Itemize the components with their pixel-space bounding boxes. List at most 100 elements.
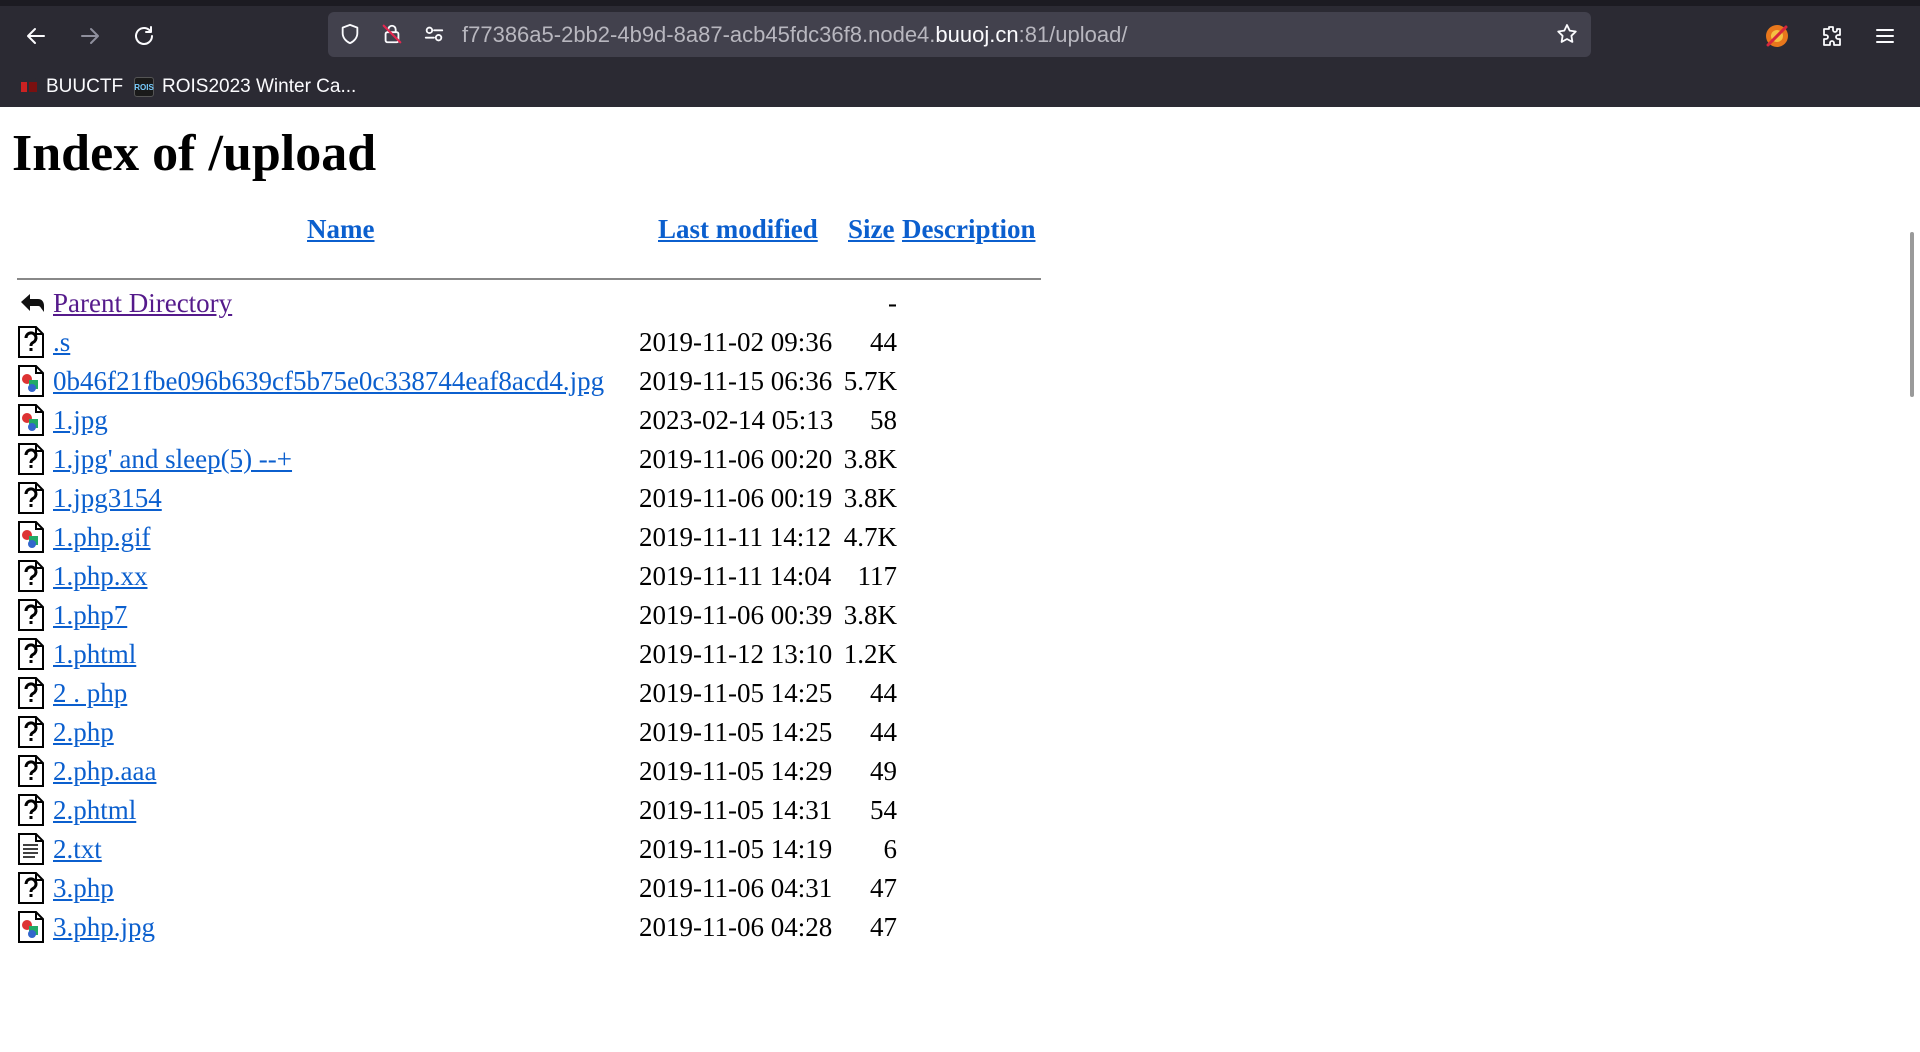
file-size: 4.7K bbox=[843, 522, 897, 552]
unknown-file-icon[interactable] bbox=[17, 716, 45, 748]
arrow-left-icon bbox=[27, 28, 45, 44]
url-suffix: :81/upload/ bbox=[1018, 22, 1128, 47]
bookmark-star-icon[interactable] bbox=[1555, 22, 1579, 46]
tab-strip-edge bbox=[0, 0, 1920, 6]
file-size: 44 bbox=[870, 678, 897, 708]
header-divider bbox=[17, 278, 1041, 280]
page-content: Index of /upload Name Last modified Size… bbox=[0, 107, 1920, 1052]
file-name-link[interactable]: 0b46f21fbe096b639cf5b75e0c338744eaf8acd4… bbox=[53, 362, 604, 400]
reload-icon bbox=[135, 26, 153, 45]
unknown-file-icon[interactable] bbox=[17, 482, 45, 514]
file-row: 2 . php 2019-11-05 14:25 44 bbox=[17, 674, 1117, 712]
file-name-link[interactable]: 1.jpg bbox=[53, 401, 108, 439]
page-title: Index of /upload bbox=[12, 125, 377, 182]
file-row: 1.phtml 2019-11-12 13:10 1.2K bbox=[17, 635, 1117, 673]
file-size: 49 bbox=[870, 756, 897, 786]
file-name-link[interactable]: 1.jpg' and sleep(5) --+ bbox=[53, 440, 292, 478]
text-file-icon[interactable] bbox=[17, 833, 45, 865]
file-name-link[interactable]: 2.php.aaa bbox=[53, 752, 156, 790]
file-size: 5.7K bbox=[843, 366, 897, 396]
browser-chrome: f77386a5-2bb2-4b9d-8a87-acb45fdc36f8.nod… bbox=[0, 0, 1920, 107]
extensions-puzzle-icon[interactable] bbox=[1815, 20, 1847, 52]
file-name-link[interactable]: 1.jpg3154 bbox=[53, 479, 162, 517]
unknown-file-icon[interactable] bbox=[17, 638, 45, 670]
back-button[interactable] bbox=[20, 20, 52, 52]
file-row: 1.jpg 2023-02-14 05:13 58 bbox=[17, 401, 1117, 439]
bookmark-buuctf[interactable]: BUUCTF bbox=[20, 74, 123, 100]
file-size: 47 bbox=[870, 873, 897, 903]
file-name-link[interactable]: 2 . php bbox=[53, 674, 127, 712]
unknown-file-icon[interactable] bbox=[17, 599, 45, 631]
file-size: 3.8K bbox=[843, 600, 897, 630]
image-file-icon[interactable] bbox=[17, 911, 45, 943]
file-name-link[interactable]: 2.php bbox=[53, 713, 114, 751]
hamburger-icon bbox=[1876, 29, 1894, 43]
sort-by-size-link[interactable]: Size bbox=[848, 214, 895, 245]
file-name-link[interactable]: 1.php7 bbox=[53, 596, 127, 634]
file-row: 3.php 2019-11-06 04:31 47 bbox=[17, 869, 1117, 907]
image-file-icon[interactable] bbox=[17, 404, 45, 436]
file-row: 1.jpg3154 2019-11-06 00:19 3.8K bbox=[17, 479, 1117, 517]
file-row: 1.php7 2019-11-06 00:39 3.8K bbox=[17, 596, 1117, 634]
bookmark-rois2023[interactable]: ROIS ROIS2023 Winter Ca... bbox=[134, 74, 356, 100]
file-size: 44 bbox=[870, 717, 897, 747]
parent-directory-row: Parent Directory - bbox=[17, 284, 1117, 322]
file-name-link[interactable]: .s bbox=[53, 323, 70, 361]
tracking-protection-icon[interactable] bbox=[338, 22, 362, 46]
image-file-icon[interactable] bbox=[17, 365, 45, 397]
reload-button[interactable] bbox=[128, 20, 160, 52]
file-row: .s 2019-11-02 09:36 44 bbox=[17, 323, 1117, 361]
file-row: 2.phtml 2019-11-05 14:31 54 bbox=[17, 791, 1117, 829]
file-row: 1.php.xx 2019-11-11 14:04 117 bbox=[17, 557, 1117, 595]
unknown-file-icon[interactable] bbox=[17, 326, 45, 358]
bookmark-label: BUUCTF bbox=[46, 76, 124, 97]
unknown-file-icon[interactable] bbox=[17, 560, 45, 592]
file-name-link[interactable]: 3.php bbox=[53, 869, 114, 907]
unknown-file-icon[interactable] bbox=[17, 755, 45, 787]
file-size: 6 bbox=[883, 834, 898, 864]
file-row: 1.php.gif 2019-11-11 14:12 4.7K bbox=[17, 518, 1117, 556]
file-row: 1.jpg' and sleep(5) --+ 2019-11-06 00:20 3… bbox=[17, 440, 1117, 478]
unknown-file-icon[interactable] bbox=[17, 443, 45, 475]
unknown-file-icon[interactable] bbox=[17, 677, 45, 709]
file-size: 1.2K bbox=[843, 639, 897, 669]
file-name-link[interactable]: 1.php.xx bbox=[53, 557, 148, 595]
unknown-file-icon[interactable] bbox=[17, 794, 45, 826]
file-size: - bbox=[888, 288, 897, 318]
parent-directory-link[interactable]: Parent Directory bbox=[53, 284, 232, 322]
app-menu-button[interactable] bbox=[1869, 20, 1901, 52]
url-prefix: f77386a5-2bb2-4b9d-8a87-acb45fdc36f8.nod… bbox=[462, 22, 936, 47]
sort-by-name-link[interactable]: Name bbox=[307, 214, 374, 245]
arrow-right-icon bbox=[81, 28, 99, 44]
file-size: 117 bbox=[857, 561, 898, 591]
file-name-link[interactable]: 2.txt bbox=[53, 830, 102, 868]
file-row: 2.php.aaa 2019-11-05 14:29 49 bbox=[17, 752, 1117, 790]
bookmarks-toolbar: BUUCTF ROIS ROIS2023 Winter Ca... bbox=[0, 70, 1920, 107]
sort-by-description-link[interactable]: Description bbox=[902, 214, 1035, 245]
unknown-file-icon[interactable] bbox=[17, 872, 45, 904]
forward-button[interactable] bbox=[74, 20, 106, 52]
address-bar[interactable]: f77386a5-2bb2-4b9d-8a87-acb45fdc36f8.nod… bbox=[328, 12, 1591, 57]
image-file-icon[interactable] bbox=[17, 521, 45, 553]
buuctf-favicon bbox=[20, 78, 38, 96]
back-icon[interactable] bbox=[17, 287, 45, 319]
extension-hackbar-icon[interactable] bbox=[1761, 20, 1793, 52]
file-row: 0b46f21fbe096b639cf5b75e0c338744eaf8acd4… bbox=[17, 362, 1117, 400]
page-scrollbar[interactable] bbox=[1904, 214, 1920, 1052]
scrollbar-thumb[interactable] bbox=[1910, 232, 1914, 397]
file-name-link[interactable]: 1.php.gif bbox=[53, 518, 151, 556]
bookmark-label: ROIS2023 Winter Ca... bbox=[162, 76, 357, 97]
rois-favicon: ROIS bbox=[134, 77, 154, 97]
insecure-lock-icon[interactable] bbox=[380, 22, 404, 46]
file-name-link[interactable]: 2.phtml bbox=[53, 791, 136, 829]
sort-by-last-modified-link[interactable]: Last modified bbox=[658, 214, 818, 245]
file-size: 47 bbox=[870, 912, 897, 942]
file-name-link[interactable]: 3.php.jpg bbox=[53, 908, 155, 946]
site-permissions-icon[interactable] bbox=[422, 22, 446, 46]
url-text[interactable]: f77386a5-2bb2-4b9d-8a87-acb45fdc36f8.nod… bbox=[462, 23, 1127, 47]
url-domain: buuoj.cn bbox=[935, 22, 1019, 47]
file-row: 2.php 2019-11-05 14:25 44 bbox=[17, 713, 1117, 751]
file-size: 58 bbox=[870, 405, 897, 435]
file-row: 3.php.jpg 2019-11-06 04:28 47 bbox=[17, 908, 1117, 946]
file-name-link[interactable]: 1.phtml bbox=[53, 635, 136, 673]
